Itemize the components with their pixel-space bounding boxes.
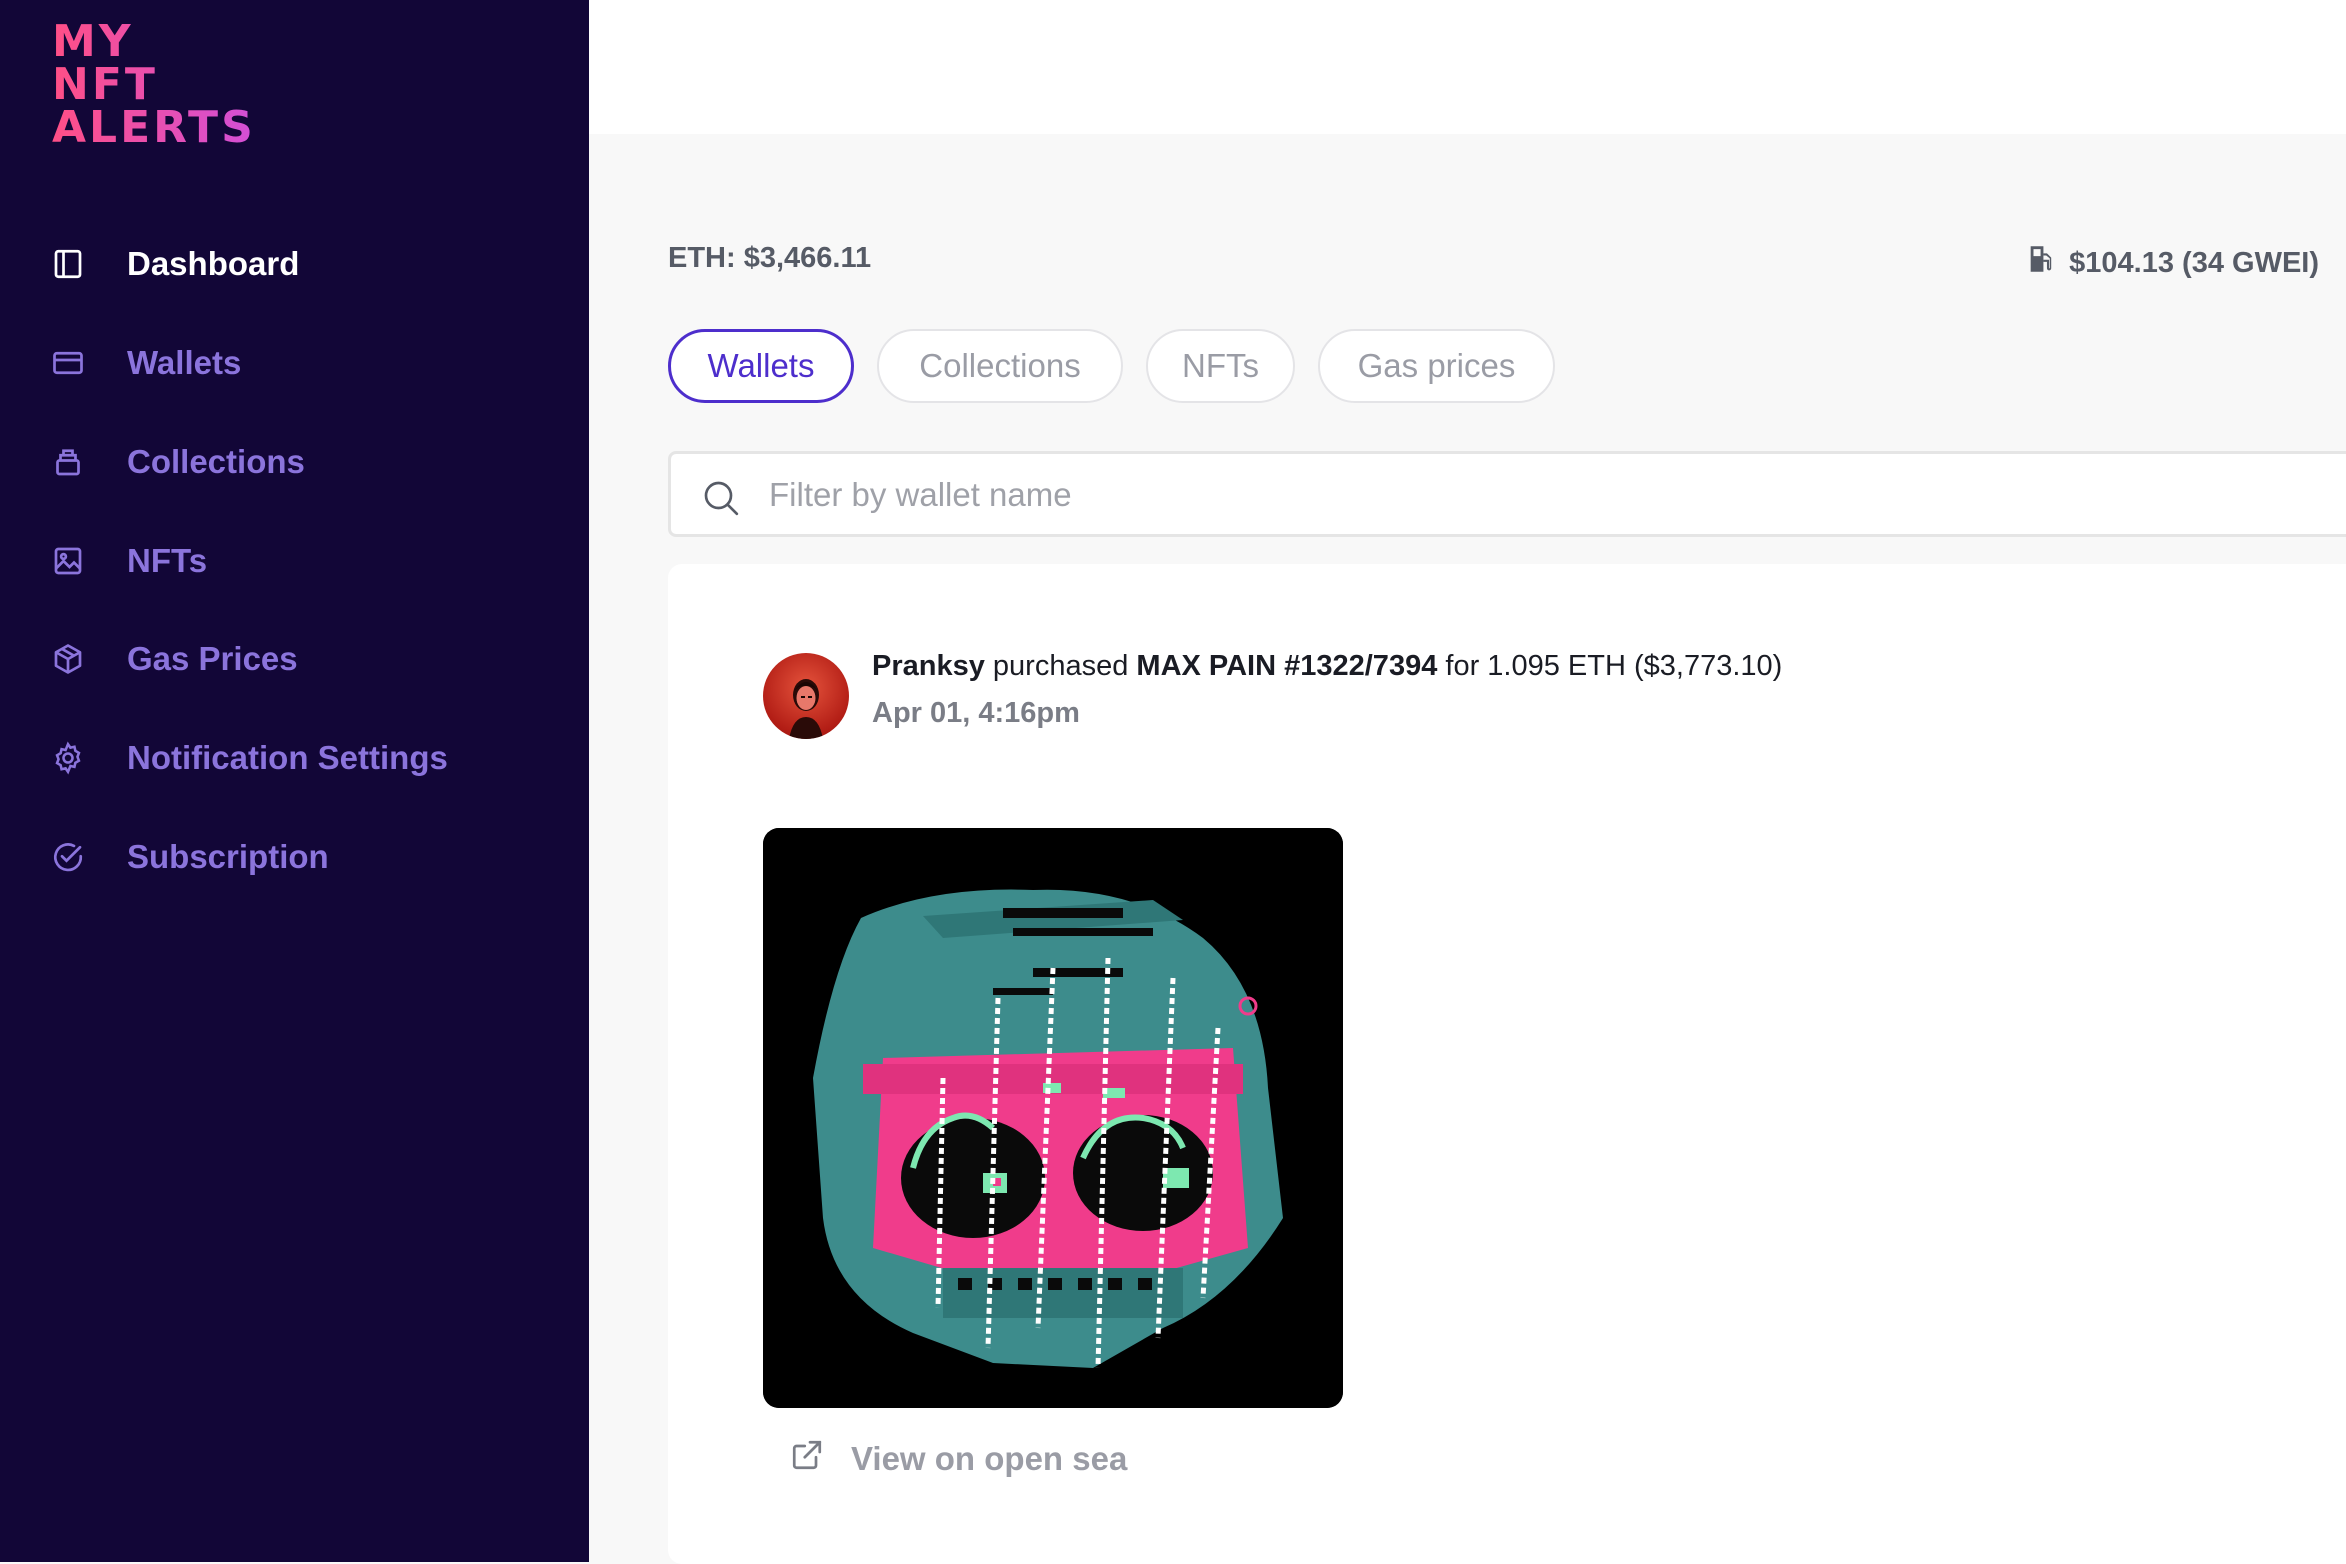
nft-image[interactable] — [763, 828, 1343, 1408]
activity-card: Pranksy purchased MAX PAIN #1322/7394 fo… — [668, 564, 2346, 1564]
sidebar-item-label: Subscription — [127, 838, 329, 875]
gas-price-text: $104.13 (34 GWEI) — [2069, 246, 2319, 279]
activity-time: Apr 01, 4:16pm — [872, 697, 1080, 729]
sidebar-panel-icon — [50, 246, 86, 282]
eth-price: ETH: $3,466.11 — [668, 242, 872, 274]
brand-logo[interactable]: MY NFT ALERTS — [52, 20, 256, 153]
sidebar-item-label: Collections — [127, 443, 305, 480]
avatar[interactable] — [763, 653, 849, 739]
sidebar-item-wallets[interactable]: Wallets — [0, 323, 589, 403]
top-bar — [589, 0, 2346, 134]
activity-description: Pranksy purchased MAX PAIN #1322/7394 fo… — [872, 650, 1782, 683]
sidebar-item-gas-prices[interactable]: Gas Prices — [0, 619, 589, 699]
fuel-pump-icon — [2025, 242, 2059, 284]
sidebar-item-notification-settings[interactable]: Notification Settings — [0, 718, 589, 798]
cube-icon — [50, 641, 86, 677]
brand-logo-line1: MY NFT — [52, 20, 252, 107]
check-circle-icon — [50, 839, 86, 875]
gas-price: $104.13 (34 GWEI) — [2025, 242, 2319, 284]
tab-bar: Wallets Collections NFTs Gas prices — [668, 329, 1578, 403]
view-on-opensea-label: View on open sea — [851, 1440, 1128, 1477]
sidebar-item-label: NFTs — [127, 542, 208, 579]
archive-icon — [50, 444, 86, 480]
image-icon — [50, 543, 86, 579]
tab-gas-prices[interactable]: Gas prices — [1318, 329, 1555, 403]
search-box — [668, 451, 2346, 537]
credit-card-icon — [50, 345, 86, 381]
sidebar-item-dashboard[interactable]: Dashboard — [0, 224, 589, 304]
brand-logo-line2: ALERTS — [52, 102, 256, 153]
sidebar-item-collections[interactable]: Collections — [0, 422, 589, 502]
tab-nfts[interactable]: NFTs — [1146, 329, 1295, 403]
sidebar-item-label: Dashboard — [127, 245, 300, 282]
wallet-name[interactable]: Pranksy — [872, 650, 985, 682]
sidebar-item-label: Notification Settings — [127, 739, 448, 776]
view-on-opensea-link[interactable]: View on open sea — [763, 1437, 1127, 1481]
tab-collections[interactable]: Collections — [877, 329, 1123, 403]
sidebar-item-nfts[interactable]: NFTs — [0, 521, 589, 601]
sidebar: MY NFT ALERTS Dashboard Wallets Collecti… — [0, 0, 589, 1562]
gear-icon — [50, 740, 86, 776]
sidebar-item-subscription[interactable]: Subscription — [0, 817, 589, 897]
activity-price: for 1.095 ETH ($3,773.10) — [1445, 650, 1783, 682]
nft-name[interactable]: MAX PAIN #1322/7394 — [1136, 650, 1437, 682]
search-input[interactable] — [767, 468, 2271, 522]
sidebar-item-label: Wallets — [127, 344, 242, 381]
search-icon — [701, 478, 741, 518]
activity-action: purchased — [992, 650, 1129, 682]
sidebar-item-label: Gas Prices — [127, 640, 298, 677]
tab-wallets[interactable]: Wallets — [668, 329, 854, 403]
external-link-icon — [789, 1437, 825, 1481]
